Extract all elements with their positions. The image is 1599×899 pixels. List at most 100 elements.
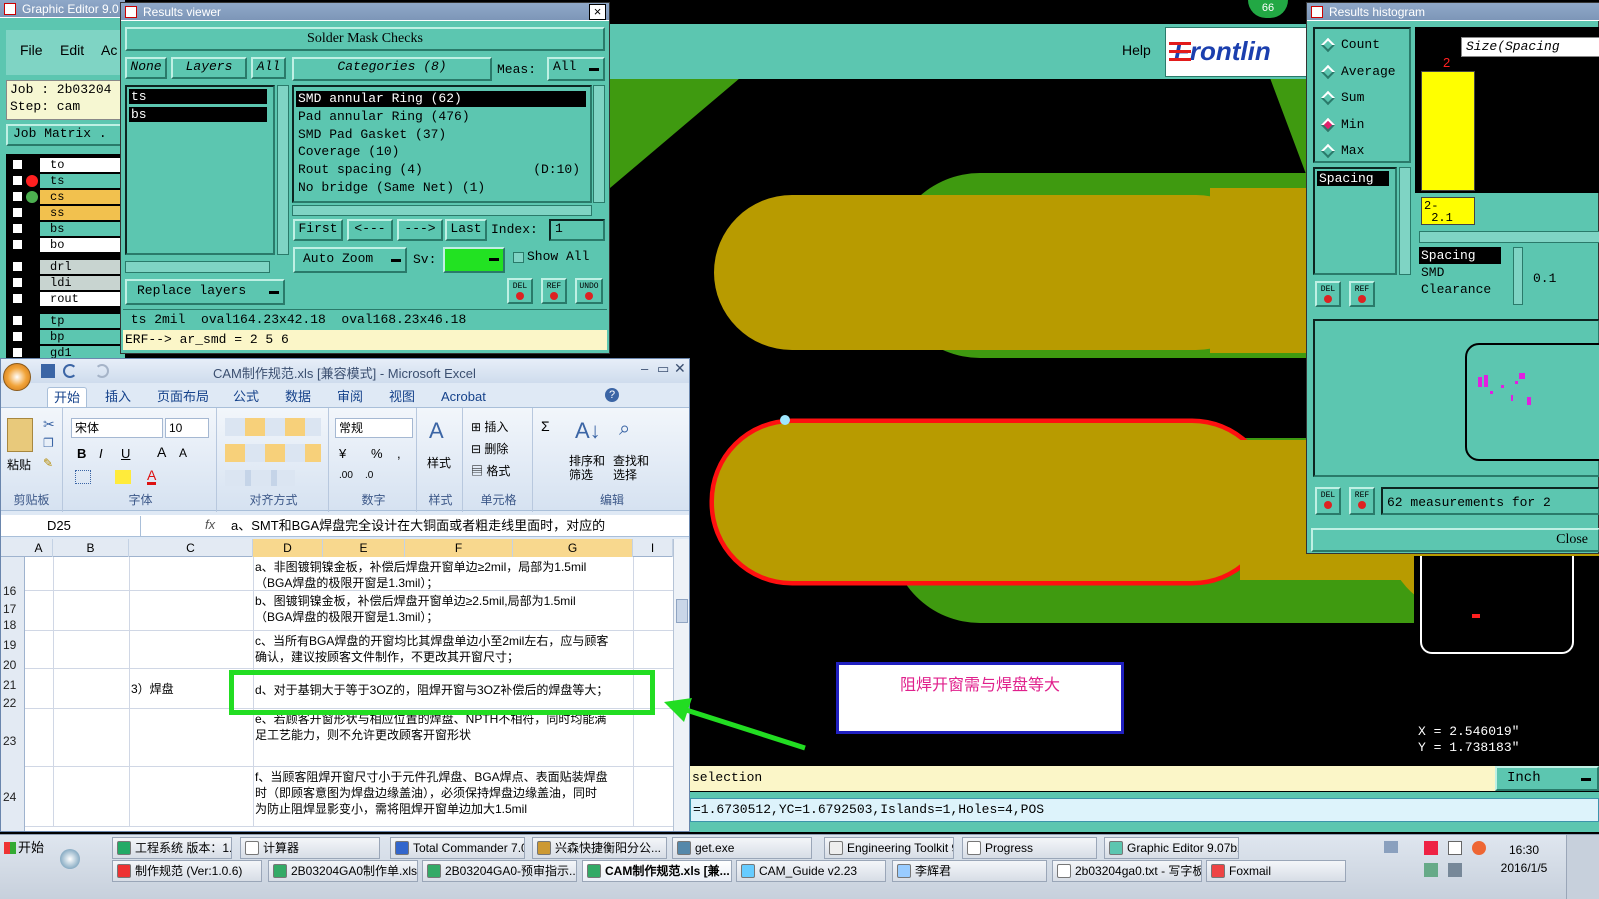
decrease-decimal-icon[interactable]: .0 bbox=[365, 470, 373, 481]
grow-font-icon[interactable]: A bbox=[157, 444, 166, 460]
row-header[interactable]: 16 bbox=[1, 583, 25, 599]
layer-checkbox[interactable] bbox=[12, 159, 23, 170]
layer-name[interactable]: ts bbox=[40, 174, 124, 188]
all-button[interactable]: All bbox=[251, 57, 286, 79]
taskbar-item[interactable]: 工程系统 版本：1... bbox=[112, 837, 232, 859]
ribbon-tab[interactable]: 插入 bbox=[99, 387, 137, 407]
format-painter-icon[interactable]: ✎ bbox=[43, 456, 53, 470]
none-button[interactable]: None bbox=[125, 57, 167, 79]
number-format-select[interactable]: 常规 bbox=[335, 418, 413, 438]
layer-row-tp[interactable]: tp bbox=[8, 314, 124, 328]
insert-cells-button[interactable]: ⊞ 插入 bbox=[471, 418, 508, 435]
taskbar-item[interactable]: get.exe bbox=[672, 837, 812, 859]
aggregate-option[interactable]: Count bbox=[1319, 35, 1409, 55]
meas-dropdown[interactable]: All bbox=[547, 57, 605, 81]
measure-list[interactable]: Spacing bbox=[1313, 167, 1397, 275]
close-icon[interactable]: × bbox=[589, 4, 606, 20]
layer-name[interactable]: ss bbox=[40, 206, 124, 220]
taskbar-item[interactable]: 2B03204GA0制作单.xls ... bbox=[268, 860, 418, 882]
spec-cell[interactable]: c、当所有BGA焊盘的开窗均比其焊盘单边小至2mil左右，应与顾客 确认，建议按顾… bbox=[255, 633, 631, 665]
sort-filter-icon[interactable]: A↓ bbox=[575, 418, 601, 444]
delete-cells-button[interactable]: ⊟ 删除 bbox=[471, 440, 508, 457]
aggregate-option[interactable]: Min bbox=[1319, 115, 1409, 135]
layer-checkbox[interactable] bbox=[12, 331, 23, 342]
taskbar-item[interactable]: 计算器 bbox=[240, 837, 380, 859]
find-select-icon[interactable]: ⌕ bbox=[619, 418, 630, 441]
taskbar-item[interactable]: 李辉君 bbox=[892, 860, 1047, 882]
bold-icon[interactable]: B bbox=[77, 446, 86, 461]
category-item[interactable]: Rout spacing (4) (D:10) bbox=[296, 162, 586, 178]
layer-item-bs[interactable]: bs bbox=[129, 107, 267, 122]
layer-row-ldi[interactable]: ldi bbox=[8, 276, 124, 290]
percent-icon[interactable]: % bbox=[371, 446, 383, 461]
volume-icon[interactable] bbox=[1448, 863, 1462, 877]
layer-row-ss[interactable]: ss bbox=[8, 206, 124, 220]
row-header[interactable]: 20 bbox=[1, 657, 25, 673]
font-name-select[interactable]: 宋体 bbox=[71, 418, 163, 438]
categories-scrollbar[interactable] bbox=[593, 85, 605, 203]
notification-badge[interactable]: 66 bbox=[1248, 0, 1288, 18]
horizontal-align-icons[interactable] bbox=[225, 444, 321, 462]
ribbon-tab[interactable]: 开始 bbox=[47, 387, 88, 407]
start-button[interactable]: 开始 bbox=[2, 837, 50, 859]
tray-icon[interactable] bbox=[1384, 841, 1398, 853]
del-button[interactable]: DEL bbox=[507, 278, 533, 304]
taskbar-item[interactable]: CAM制作规范.xls [兼... bbox=[582, 860, 732, 882]
layer-row-drl[interactable]: drl bbox=[8, 260, 124, 274]
measure-type-list[interactable]: Spacing SMD Clearance bbox=[1419, 247, 1517, 305]
prev-button[interactable]: <--- bbox=[347, 219, 393, 241]
aggregate-option[interactable]: Average bbox=[1319, 62, 1409, 82]
category-item[interactable]: Pad annular Ring (476) bbox=[296, 109, 586, 125]
tray-icon[interactable] bbox=[1448, 841, 1462, 855]
paste-icon[interactable] bbox=[7, 418, 33, 452]
find-select-button[interactable]: 查找和 选择 bbox=[613, 454, 649, 482]
measure-type-spacing[interactable]: Spacing bbox=[1419, 247, 1501, 264]
histogram-ref-button[interactable]: REF bbox=[1349, 281, 1375, 307]
column-header[interactable]: B bbox=[53, 539, 129, 557]
paste-label[interactable]: 粘贴 bbox=[7, 456, 31, 473]
layer-checkbox[interactable] bbox=[12, 277, 23, 288]
border-icon[interactable] bbox=[75, 470, 91, 484]
layer-name[interactable]: drl bbox=[40, 260, 124, 274]
font-size-select[interactable]: 10 bbox=[165, 418, 209, 438]
name-box[interactable]: D25 bbox=[1, 516, 141, 536]
next-button[interactable]: ---> bbox=[397, 219, 443, 241]
histogram-close-button[interactable]: Close bbox=[1311, 528, 1599, 552]
measure-type-scrollbar[interactable] bbox=[1513, 247, 1523, 305]
sort-filter-button[interactable]: 排序和 筛选 bbox=[569, 454, 605, 482]
section-cell[interactable]: 3）焊盘 bbox=[131, 681, 174, 697]
layer-checkbox[interactable] bbox=[12, 175, 23, 186]
histogram-del-button[interactable]: DEL bbox=[1315, 281, 1341, 307]
layer-name[interactable]: bo bbox=[40, 238, 124, 252]
cut-icon[interactable]: ✂ bbox=[43, 416, 55, 433]
category-item[interactable]: Coverage (10) bbox=[296, 144, 586, 160]
minimize-icon[interactable]: – bbox=[641, 361, 648, 376]
spec-cell[interactable]: f、当顾客阻焊开窗尺寸小于元件孔焊盘、BGA焊点、表面贴装焊盘 时（即顾客意图为焊… bbox=[255, 769, 631, 817]
save-icon[interactable] bbox=[41, 364, 55, 378]
row-header[interactable]: 17 bbox=[1, 601, 25, 617]
column-header[interactable]: G bbox=[513, 539, 633, 557]
ribbon-tab[interactable]: 数据 bbox=[279, 387, 317, 407]
taskbar-item[interactable]: Foxmail bbox=[1206, 860, 1346, 882]
quicklaunch-icon[interactable] bbox=[60, 849, 80, 869]
category-item[interactable]: SMD annular Ring (62) bbox=[296, 91, 586, 107]
categories-hscrollbar[interactable] bbox=[292, 205, 592, 216]
vertical-align-icons[interactable] bbox=[225, 418, 321, 436]
currency-icon[interactable]: ¥ bbox=[339, 446, 346, 461]
maximize-icon[interactable]: ▭ bbox=[657, 361, 669, 377]
layer-list-scrollbar[interactable] bbox=[277, 85, 289, 255]
histogram-field[interactable]: Size(Spacing bbox=[1461, 37, 1599, 57]
underline-icon[interactable]: U bbox=[121, 446, 130, 461]
autosum-icon[interactable]: Σ bbox=[541, 418, 550, 434]
layer-name[interactable]: cs bbox=[40, 190, 124, 204]
style-icon[interactable]: A bbox=[429, 418, 444, 444]
function-icon[interactable]: fx bbox=[205, 517, 215, 532]
layer-checkbox[interactable] bbox=[12, 293, 23, 304]
comma-icon[interactable]: , bbox=[397, 446, 401, 461]
layer-checkbox[interactable] bbox=[12, 347, 23, 358]
categories-list[interactable]: SMD annular Ring (62) Pad annular Ring (4… bbox=[292, 85, 592, 203]
smd-pad-lower[interactable] bbox=[714, 423, 1270, 581]
layer-row-cs[interactable]: cs bbox=[8, 190, 124, 204]
sv-color-dropdown[interactable] bbox=[443, 247, 505, 273]
row-header[interactable]: 21 bbox=[1, 677, 25, 693]
